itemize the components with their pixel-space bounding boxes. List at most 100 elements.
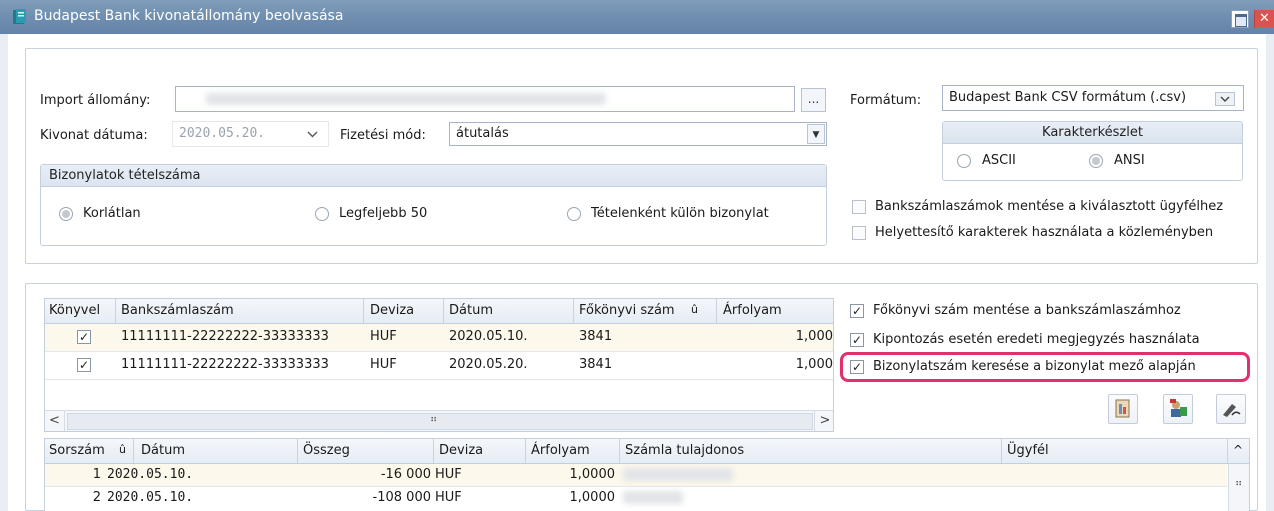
checkbox-wildcards-label: Helyettesítő karakterek használata a köz… — [875, 225, 1214, 240]
format-value: Budapest Bank CSV formátum (.csv) — [949, 90, 1187, 105]
col-account[interactable]: Bankszámlaszám — [121, 303, 234, 318]
title-bar: Budapest Bank kivonatállomány beolvasása… — [0, 0, 1274, 34]
report-button[interactable] — [1108, 394, 1138, 424]
grip-icon: ⠶ — [1235, 478, 1243, 489]
items-count-title: Bizonylatok tételszáma — [41, 165, 826, 187]
pen-icon — [1223, 404, 1241, 417]
row-currency: HUF — [370, 329, 397, 344]
radio-ascii[interactable] — [957, 154, 971, 168]
col-rate[interactable]: Árfolyam — [531, 443, 590, 458]
redacted-path — [206, 93, 606, 105]
row-date: 2020.05.20. — [449, 357, 528, 372]
settings-button[interactable] — [1163, 394, 1193, 424]
radio-unlimited[interactable] — [59, 207, 73, 221]
row-currency: HUF — [370, 357, 397, 372]
checkbox-search-doc-number-label: Bizonylatszám keresése a bizonylat mező … — [873, 359, 1196, 374]
radio-separate-docs-label: Tételenként külön bizonylat — [591, 206, 769, 221]
scroll-thumb[interactable]: ⠶ — [67, 413, 813, 430]
payment-dropdown-arrow[interactable]: ▼ — [807, 124, 825, 144]
checkbox-save-ledger[interactable]: ✓ — [850, 304, 864, 318]
col-post[interactable]: Könyvel — [49, 303, 100, 318]
accounts-table-header: Könyvel Bankszámlaszám Deviza Dátum Főkö… — [45, 299, 833, 324]
redacted-owner — [623, 491, 683, 504]
format-select[interactable]: Budapest Bank CSV formátum (.csv) — [942, 85, 1244, 111]
row-date: 2020.05.10. — [107, 490, 194, 505]
transactions-table: Sorszám û Dátum Összeg Deviza Árfolyam S… — [44, 438, 1250, 511]
col-date[interactable]: Dátum — [141, 443, 185, 458]
row-number: 2 — [92, 490, 101, 505]
row-post-checkbox[interactable]: ✓ — [77, 358, 91, 372]
payment-method-select[interactable]: átutalás ▼ — [449, 122, 827, 146]
col-owner[interactable]: Számla tulajdonos — [625, 443, 744, 458]
scroll-up-button[interactable]: ^ — [1233, 443, 1243, 457]
table-row[interactable]: ✓ 11111111-22222222-33333333 HUF 2020.05… — [45, 324, 833, 351]
statement-date-value: 2020.05.20. — [179, 126, 266, 141]
items-count-group: Bizonylatok tételszáma Korlátlan Legfelj… — [40, 164, 827, 246]
row-amount: -108 000 — [372, 490, 431, 505]
redacted-owner — [623, 468, 733, 481]
row-rate: 1,0000 — [569, 467, 616, 482]
import-file-input[interactable] — [175, 86, 795, 112]
payment-method-label: Fizetési mód: — [340, 128, 426, 143]
row-rate: 1,000 — [795, 357, 833, 372]
checkbox-wildcards[interactable] — [852, 226, 866, 240]
checkbox-save-accounts-label: Bankszámlaszámok mentése a kiválasztott … — [875, 199, 1224, 214]
edit-button[interactable] — [1216, 394, 1246, 424]
radio-ascii-label: ASCII — [982, 153, 1016, 168]
accounts-hscrollbar[interactable]: < ⠶ > — [45, 410, 833, 431]
checkbox-original-note-label: Kipontozás esetén eredeti megjegyzés has… — [873, 332, 1200, 347]
col-rate[interactable]: Árfolyam — [723, 303, 782, 318]
radio-separate-docs[interactable] — [567, 207, 581, 221]
maximize-button[interactable] — [1231, 10, 1249, 28]
scroll-right-button[interactable]: > — [814, 411, 833, 431]
row-date: 2020.05.10. — [107, 467, 194, 482]
accounts-table: Könyvel Bankszámlaszám Deviza Dátum Főkö… — [44, 298, 834, 432]
checkbox-search-doc-number[interactable]: ✓ — [850, 360, 864, 374]
radio-ansi-label: ANSI — [1114, 153, 1145, 168]
radio-unlimited-label: Korlátlan — [83, 206, 141, 221]
row-rate: 1,0000 — [569, 490, 616, 505]
radio-max-50-label: Legfeljebb 50 — [339, 206, 428, 221]
statement-date-field[interactable]: 2020.05.20. — [172, 121, 329, 147]
table-row[interactable]: 2 2020.05.10. -108 000 HUF 1,0000 — [45, 487, 1227, 509]
table-row[interactable]: ✓ 11111111-22222222-33333333 HUF 2020.05… — [45, 352, 833, 379]
row-date: 2020.05.10. — [449, 329, 528, 344]
table-row[interactable]: 1 2020.05.10. -16 000 HUF 1,0000 — [45, 464, 1227, 486]
col-currency[interactable]: Deviza — [439, 443, 483, 458]
row-account: 11111111-22222222-33333333 — [121, 357, 329, 372]
import-file-label: Import állomány: — [40, 93, 151, 108]
row-amount: -16 000 — [380, 467, 431, 482]
radio-max-50[interactable] — [315, 207, 329, 221]
chevron-down-icon[interactable] — [1215, 92, 1235, 106]
row-currency: HUF — [435, 490, 462, 505]
row-currency: HUF — [435, 467, 462, 482]
radio-ansi[interactable] — [1089, 154, 1103, 168]
statement-date-label: Kivonat dátuma: — [40, 128, 148, 143]
people-icon — [1170, 399, 1187, 417]
app-icon — [13, 9, 26, 24]
col-date[interactable]: Dátum — [449, 303, 493, 318]
col-currency[interactable]: Deviza — [370, 303, 414, 318]
window-title: Budapest Bank kivonatállomány beolvasása — [34, 8, 344, 24]
row-ledger: 3841 — [579, 357, 613, 372]
row-account: 11111111-22222222-33333333 — [121, 329, 329, 344]
format-label: Formátum: — [850, 93, 922, 108]
row-post-checkbox[interactable]: ✓ — [77, 330, 91, 344]
document-icon — [1115, 399, 1130, 418]
transactions-vscrollbar[interactable]: ⠶ — [1228, 464, 1249, 511]
checkbox-save-accounts[interactable] — [852, 200, 866, 214]
sort-icon: û — [691, 303, 698, 316]
row-ledger: 3841 — [579, 329, 613, 344]
chevron-down-icon[interactable] — [307, 131, 318, 138]
col-amount[interactable]: Összeg — [303, 443, 350, 458]
checkbox-original-note[interactable]: ✓ — [850, 333, 864, 347]
charset-title: Karakterkészlet — [943, 122, 1242, 144]
transactions-table-header: Sorszám û Dátum Összeg Deviza Árfolyam S… — [45, 439, 1249, 464]
col-ledger[interactable]: Főkönyvi szám — [579, 303, 675, 318]
close-button[interactable]: ✕ — [1254, 10, 1274, 28]
scroll-left-button[interactable]: < — [45, 411, 65, 431]
browse-button[interactable]: ... — [801, 88, 826, 112]
col-number[interactable]: Sorszám — [49, 443, 105, 458]
row-rate: 1,000 — [795, 329, 833, 344]
col-client[interactable]: Ügyfél — [1007, 443, 1049, 458]
